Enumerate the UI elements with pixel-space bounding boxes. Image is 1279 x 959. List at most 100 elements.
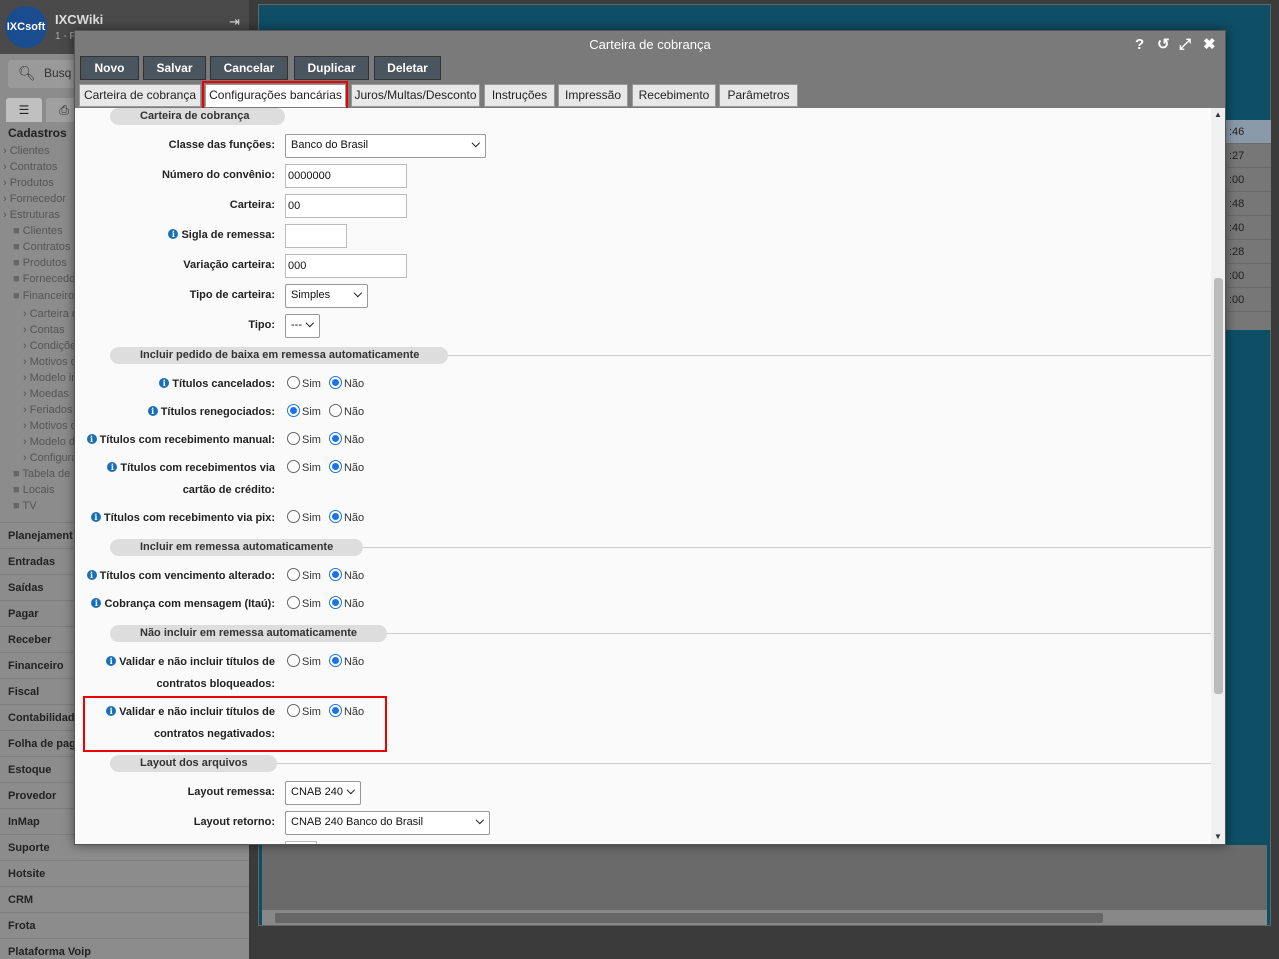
sigla-input[interactable] <box>285 224 347 248</box>
bloqueados-label: i Validar e não incluir títulos de <box>106 656 275 668</box>
radio-sim[interactable] <box>287 510 300 523</box>
chevron-down-icon: ⌵ <box>346 785 355 797</box>
sidebar-subitem-label: TV <box>22 500 37 512</box>
carteira-input[interactable]: 00 <box>285 194 407 218</box>
maximize-icon[interactable]: ⤢ <box>1179 36 1191 54</box>
chevron-right-icon: › <box>23 388 30 400</box>
logout-icon[interactable]: ⇥ <box>229 14 240 30</box>
scroll-down-icon[interactable]: ▼ <box>1214 832 1222 841</box>
tab-parametros[interactable]: Parâmetros <box>719 84 798 107</box>
chevron-right-icon: › <box>3 177 10 189</box>
folder-icon: ■ <box>13 468 23 480</box>
folder-icon: ■ <box>13 500 23 512</box>
folder-icon: ■ <box>13 273 23 285</box>
help-icon[interactable]: ? <box>1135 36 1144 54</box>
radio-sim[interactable] <box>287 432 300 445</box>
radio-nao[interactable] <box>328 654 342 667</box>
sidebar-subitem-label: Fornecedo <box>22 273 76 285</box>
sidebar-item[interactable]: Plataforma Voip <box>0 938 249 959</box>
sidebar-subitem-label: Contas <box>29 324 65 336</box>
chevron-right-icon: › <box>23 420 30 432</box>
duplicar-button[interactable]: Duplicar <box>294 56 369 80</box>
tipo-carteira-select[interactable]: Simples ⌵ <box>285 284 368 308</box>
radio-nao[interactable] <box>328 376 342 389</box>
vertical-scrollbar[interactable]: ▲ ▼ <box>1211 108 1225 844</box>
sidebar-subitem-label: Fornecedor <box>9 193 66 205</box>
tab-instrucoes[interactable]: Instruções <box>484 84 555 107</box>
variacao-input[interactable]: 000 <box>285 254 407 278</box>
radio-nao[interactable] <box>328 432 342 445</box>
background-cell: :48 <box>1226 192 1271 216</box>
history-icon[interactable]: ↺ <box>1157 36 1170 54</box>
chevron-right-icon: › <box>23 372 30 384</box>
radio-sim[interactable] <box>287 596 300 609</box>
info-icon[interactable]: i <box>86 570 97 580</box>
layout-retorno-select[interactable]: CNAB 240 Banco do Brasil ⌵ <box>285 811 490 835</box>
background-scroll-thumb[interactable] <box>275 913 1103 923</box>
chevron-down-icon: ⌵ <box>471 138 480 150</box>
tab-impressao[interactable]: Impressão <box>558 84 628 107</box>
sidebar-item[interactable]: CRM <box>0 886 249 912</box>
sidebar-subitem-label: Condiçõe <box>29 340 77 352</box>
info-icon[interactable]: i <box>147 406 158 416</box>
deletar-button[interactable]: Deletar <box>374 56 441 80</box>
sidebar-subitem-label: Produtos <box>9 177 54 189</box>
sidebar-item[interactable]: Frota <box>0 912 249 938</box>
layout-remessa-label: Layout remessa: <box>187 786 275 798</box>
chevron-right-icon: › <box>23 404 30 416</box>
tab-carteira[interactable]: Carteira de cobrança <box>79 84 201 107</box>
sidebar-item[interactable]: Hotsite <box>0 860 249 886</box>
menu-tab-icon[interactable]: ☰ <box>6 98 42 122</box>
renegociados-radio-group: Sim Não <box>287 404 372 420</box>
background-grid: :46:27:00:48:40:28:00:00 <box>1226 120 1271 330</box>
sidebar-subitem-label: Contratos <box>22 241 71 253</box>
radio-sim[interactable] <box>287 460 300 473</box>
radio-sim[interactable] <box>287 404 300 417</box>
close-icon[interactable]: ✖ <box>1203 36 1216 54</box>
radio-nao[interactable] <box>328 460 342 473</box>
sidebar-subitem-label: Feriados <box>29 404 73 416</box>
radio-sim[interactable] <box>287 654 300 667</box>
tab-juros-multas[interactable]: Juros/Multas/Desconto <box>351 84 480 107</box>
cancelar-button[interactable]: Cancelar <box>210 56 288 80</box>
radio-nao[interactable] <box>328 404 342 417</box>
modal-title: Carteira de cobrança <box>589 37 711 52</box>
app-subtitle: 1 - F <box>55 31 76 42</box>
partial-input[interactable] <box>285 841 317 844</box>
scroll-thumb[interactable] <box>1214 278 1223 694</box>
convenio-input[interactable]: 0000000 <box>285 164 407 188</box>
info-icon[interactable]: i <box>107 462 118 472</box>
classe-select[interactable]: Banco do Brasil ⌵ <box>285 134 486 158</box>
info-icon[interactable]: i <box>168 229 179 239</box>
chevron-down-icon: ⌵ <box>305 318 314 330</box>
layout-remessa-select[interactable]: CNAB 240 ⌵ <box>285 781 361 805</box>
scroll-up-icon[interactable]: ▲ <box>1214 110 1222 119</box>
radio-sim[interactable] <box>287 376 300 389</box>
renegociados-label: i Títulos renegociados: <box>147 406 275 418</box>
cartao-label-line2: cartão de crédito: <box>182 484 275 496</box>
section-baixa: Incluir pedido de baixa em remessa autom… <box>110 347 448 364</box>
radio-nao[interactable] <box>328 510 342 523</box>
salvar-button[interactable]: Salvar <box>143 56 206 80</box>
cartao-label: i Títulos com recebimentos via <box>107 462 275 474</box>
folder-icon: ■ <box>13 484 23 496</box>
background-cell: :46 <box>1226 120 1271 144</box>
layout-retorno-label: Layout retorno: <box>193 816 275 828</box>
bloqueados-label-line2: contratos bloqueados: <box>156 678 275 690</box>
info-icon[interactable]: i <box>91 598 102 608</box>
radio-sim[interactable] <box>287 568 300 581</box>
tipo-select[interactable]: --- ⌵ <box>285 314 320 338</box>
radio-nao[interactable] <box>328 596 342 609</box>
info-icon[interactable]: i <box>90 512 101 522</box>
app-logo[interactable]: IXCsoft <box>5 6 47 48</box>
info-icon[interactable]: i <box>106 656 117 666</box>
info-icon[interactable]: i <box>159 378 170 388</box>
sidebar-subitem-label: Carteira d <box>29 308 79 320</box>
tab-recebimento[interactable]: Recebimento <box>632 84 716 107</box>
radio-nao[interactable] <box>328 568 342 581</box>
tipo-carteira-label: Tipo de carteira: <box>189 289 275 301</box>
form-content: Carteira de cobrança Classe das funções:… <box>75 108 1211 844</box>
novo-button[interactable]: Novo <box>80 56 139 80</box>
background-cell: :28 <box>1226 240 1271 264</box>
info-icon[interactable]: i <box>86 434 97 444</box>
